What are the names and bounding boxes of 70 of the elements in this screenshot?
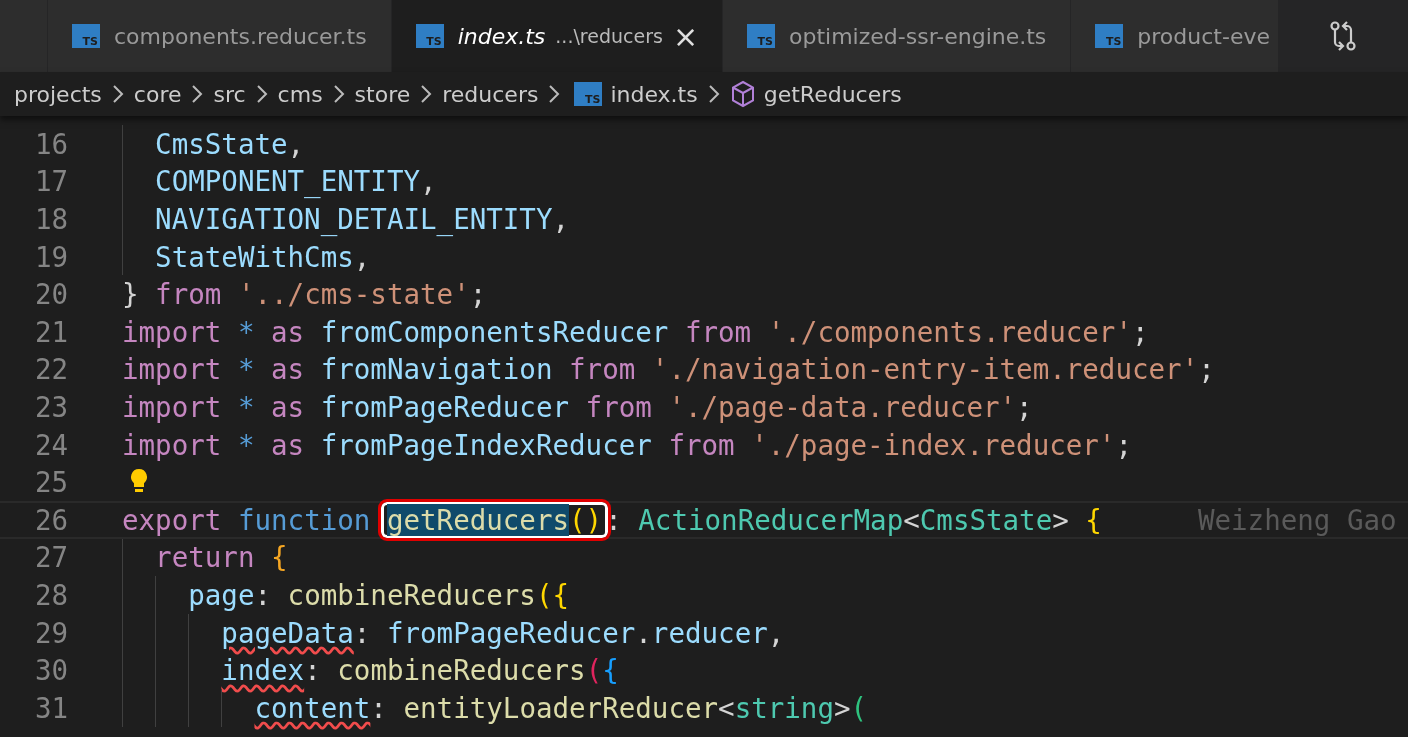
file-type-badge: TS <box>1095 24 1124 48</box>
line-number: 21 <box>33 315 68 348</box>
tab-title: product-eve <box>1137 23 1270 49</box>
line-number: 26 <box>33 503 68 536</box>
line-number: 31 <box>33 691 68 724</box>
line-number: 30 <box>33 654 68 687</box>
close-button[interactable]: × <box>672 18 698 54</box>
line-number: 25 <box>33 466 68 499</box>
line-number: 27 <box>33 541 68 574</box>
line-number: 29 <box>33 616 68 649</box>
chevron-icon <box>707 84 720 104</box>
file-type-badge: TS <box>747 24 775 48</box>
tab-title: components.reducer.ts <box>114 23 367 49</box>
breadcrumb-item[interactable]: reducers <box>442 81 539 107</box>
chevron-icon <box>111 84 124 104</box>
code-text: () <box>569 503 603 536</box>
code-text: StateWithCms, <box>154 240 371 273</box>
file-type-badge: TS <box>574 82 603 106</box>
editor-tab[interactable]: TS index.ts ...\reducers × <box>391 0 723 72</box>
chevron-icon <box>548 84 561 104</box>
code-text: : fromPageReducer.reducer, <box>353 616 785 649</box>
code-text: export function <box>122 503 372 536</box>
breadcrumb-item[interactable]: src <box>213 81 246 107</box>
line-number: 17 <box>33 165 68 198</box>
code-text: import * as fromNavigation from './navigation-entry-item.reducer'; <box>122 353 1215 386</box>
code-text: : ActionReducerMap<CmsState> { <box>605 503 1102 536</box>
breadcrumb-item[interactable]: index.ts <box>610 81 698 107</box>
file-type-badge: TS <box>415 24 444 48</box>
breadcrumb-item[interactable]: cms <box>277 81 323 107</box>
line-number: 20 <box>33 278 68 311</box>
breadcrumb-item[interactable]: getReducers <box>763 81 902 107</box>
breadcrumb-item[interactable]: core <box>133 81 182 107</box>
file-type-badge: TS <box>72 24 100 48</box>
line-number: 22 <box>33 353 68 386</box>
tab-title: index.ts <box>457 23 546 49</box>
line-number: 19 <box>33 240 68 273</box>
chevron-icon <box>332 84 345 104</box>
line-number: 18 <box>33 203 68 235</box>
selection-highlight: getReducers <box>386 503 570 536</box>
code-text: : combineReducers({ <box>304 654 619 687</box>
breadcrumb-item[interactable]: projects <box>14 81 102 107</box>
line-number: 16 <box>33 127 68 160</box>
code-text: } from '../cms-state'; <box>122 278 487 311</box>
breadcrumb-item[interactable]: store <box>354 81 411 107</box>
code-text: COMPONENT_ENTITY, <box>154 165 437 198</box>
line-number: 28 <box>33 578 68 611</box>
compare-changes-icon[interactable] <box>1329 20 1358 52</box>
code-text: import * as fromComponentsReducer from './components.reducer'; <box>122 315 1149 348</box>
code-text: page: combineReducers({ <box>187 578 570 611</box>
editor-tab[interactable]: TS components.reducer.ts <box>48 0 392 72</box>
tab-title: optimized-ssr-engine.ts <box>789 23 1047 49</box>
code-text: NAVIGATION_DETAIL_ENTITY, <box>154 203 570 235</box>
chevron-icon <box>255 84 268 104</box>
line-number: 23 <box>33 390 68 423</box>
code-text: import * as fromPageIndexReducer from './page-index.reducer'; <box>122 428 1132 461</box>
code-text: return { <box>154 541 288 574</box>
editor-tab[interactable]: TS optimized-ssr-engine.ts <box>723 0 1072 72</box>
code-text: CmsState, <box>154 127 305 160</box>
chevron-icon <box>191 84 204 104</box>
line-number: 24 <box>33 428 68 461</box>
code-text: : entityLoaderReducer<string>( <box>370 691 868 724</box>
editor-tab[interactable]: TS product-eve <box>1071 0 1279 72</box>
code-text: index <box>221 654 305 687</box>
code-text: import * as fromPageReducer from './page-data.reducer'; <box>122 390 1033 423</box>
code-text: content <box>254 691 371 724</box>
code-text: pageData <box>221 616 354 649</box>
tab-description: ...\reducers <box>555 25 663 47</box>
cube-icon <box>729 80 756 108</box>
blame-annotation: Weizheng Gao <box>1197 503 1397 536</box>
chevron-icon <box>420 84 433 104</box>
